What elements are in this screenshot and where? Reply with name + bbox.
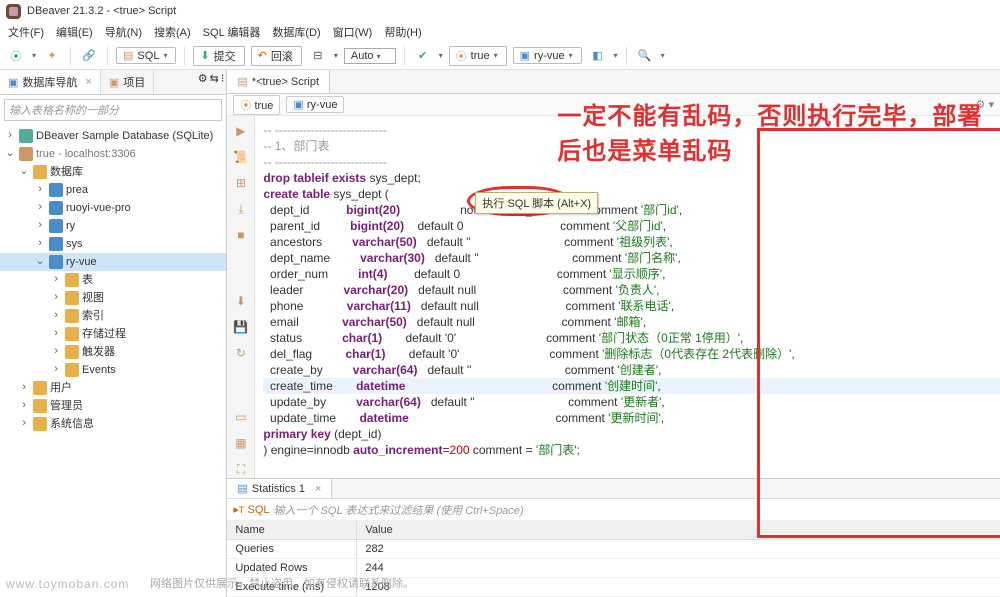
- crumb-db[interactable]: ▣ ry-vue: [286, 96, 344, 113]
- editor-tab[interactable]: ▤*<true> Script: [227, 70, 330, 93]
- export-icon[interactable]: ⤓: [233, 202, 249, 218]
- commit-button[interactable]: ⬇提交: [193, 46, 244, 66]
- tab-projects[interactable]: ▣项目: [101, 70, 154, 94]
- save-icon[interactable]: 💾: [233, 320, 249, 336]
- menu-edit[interactable]: 编辑(E): [52, 22, 97, 42]
- tree-search-input[interactable]: 输入表格名称的一部分: [4, 99, 222, 121]
- tree-node[interactable]: ›管理员: [0, 397, 226, 415]
- stats-row: Queries282: [227, 540, 1000, 559]
- tree-conn: ⌄true - localhost:3306: [0, 145, 226, 163]
- menu-file[interactable]: 文件(F): [4, 22, 48, 42]
- new-icon[interactable]: ✦: [42, 46, 62, 66]
- stats-tab[interactable]: ▤Statistics 1×: [227, 479, 332, 498]
- menu-bar: 文件(F) 编辑(E) 导航(N) 搜索(A) SQL 编辑器 数据库(D) 窗…: [0, 22, 1000, 42]
- conn-selector[interactable]: ⦿true▾: [449, 46, 507, 66]
- schema-icon[interactable]: ◧: [588, 46, 608, 66]
- tree-databases: ⌄数据库: [0, 163, 226, 181]
- menu-search[interactable]: 搜索(A): [150, 22, 195, 42]
- close-icon[interactable]: ×: [85, 76, 91, 88]
- dropdown-icon[interactable]: ▾: [32, 51, 36, 60]
- menu-window[interactable]: 窗口(W): [329, 22, 377, 42]
- tree-node[interactable]: ›系统信息: [0, 415, 226, 433]
- max-icon[interactable]: ⛶: [233, 462, 249, 478]
- menu-icon[interactable]: ⁝: [221, 72, 225, 92]
- history-icon[interactable]: ↻: [233, 346, 249, 362]
- tx-mode-select[interactable]: Auto ▾: [344, 48, 396, 64]
- main-toolbar: ⦿ ▾ ✦ 🔗 ▤SQL▾ ⬇提交 ↶回滚 ⊟ ▾ Auto ▾ ✔ ▾ ⦿tr…: [0, 42, 1000, 70]
- tree-folder[interactable]: ›表: [0, 271, 226, 289]
- explain-icon[interactable]: ⊞: [233, 176, 249, 192]
- sql-editor[interactable]: -- ------------------------------ 1、部门表-…: [255, 116, 1000, 478]
- filter-input[interactable]: 输入一个 SQL 表达式来过滤结果 (使用 Ctrl+Space): [274, 502, 524, 518]
- panel-icon[interactable]: ▦: [233, 436, 249, 452]
- rollback-button[interactable]: ↶回滚: [251, 46, 302, 66]
- col-name[interactable]: Name: [227, 521, 357, 539]
- tree-folder[interactable]: ›视图: [0, 289, 226, 307]
- db-selector[interactable]: ▣ry-vue▾: [513, 47, 582, 64]
- editor-gutter: ▶ 📜 ⊞ ⤓ ■ ⬇ 💾 ↻ ▭ ▦ ⛶: [227, 116, 255, 478]
- tab-db-navigator[interactable]: ▣数据库导航×: [0, 70, 101, 94]
- stop-icon[interactable]: ■: [233, 228, 249, 244]
- app-logo-icon: [6, 4, 21, 19]
- tree-schema[interactable]: ›prea: [0, 181, 226, 199]
- close-icon[interactable]: ×: [315, 483, 321, 495]
- menu-nav[interactable]: 导航(N): [101, 22, 146, 42]
- tree-folder[interactable]: ›Events: [0, 361, 226, 379]
- col-value[interactable]: Value: [357, 521, 1000, 539]
- tree-schema[interactable]: ›sys: [0, 235, 226, 253]
- filter-icon[interactable]: ⚙: [198, 72, 208, 92]
- menu-database[interactable]: 数据库(D): [268, 22, 324, 42]
- search-icon[interactable]: 🔍: [635, 46, 655, 66]
- collapse-icon[interactable]: ⇆: [210, 72, 219, 92]
- run-script-icon[interactable]: 📜: [233, 150, 249, 166]
- tree-schema[interactable]: ›ry: [0, 217, 226, 235]
- tree-folder[interactable]: ›触发器: [0, 343, 226, 361]
- crumb-conn[interactable]: ⦿ true: [233, 95, 280, 115]
- run-statement-icon[interactable]: ▶: [233, 124, 249, 140]
- tx-icon[interactable]: ⊟: [308, 46, 328, 66]
- load-icon[interactable]: ⬇: [233, 294, 249, 310]
- db-tree[interactable]: ›DBeaver Sample Database (SQLite) ⌄true …: [0, 125, 226, 597]
- window-title: DBeaver 21.3.2 - <true> Script: [27, 5, 176, 17]
- watermark: www.toymoban.com: [6, 577, 129, 591]
- hide-icon[interactable]: ▭: [233, 410, 249, 426]
- watermark-note: 网络图片仅供展示，禁止盗用，如有侵权请联系删除。: [150, 575, 414, 591]
- title-bar: DBeaver 21.3.2 - <true> Script: [0, 0, 1000, 22]
- editor-area: ▤*<true> Script ⦿ true ▣ ry-vue ⚙ ▾ 一定不能…: [227, 70, 1000, 597]
- navigator-panel: ▣数据库导航× ▣项目 ⚙ ⇆ ⁝ 输入表格名称的一部分 ›DBeaver Sa…: [0, 70, 227, 597]
- sql-button[interactable]: ▤SQL▾: [116, 47, 176, 64]
- run-script-tooltip: 执行 SQL 脚本 (Alt+X): [475, 192, 598, 214]
- conn-ok-icon[interactable]: ✔: [413, 46, 433, 66]
- new-connection-icon[interactable]: ⦿: [6, 46, 26, 66]
- menu-sql[interactable]: SQL 编辑器: [199, 22, 265, 42]
- tree-schema[interactable]: ⌄ry-vue: [0, 253, 226, 271]
- menu-help[interactable]: 帮助(H): [380, 22, 425, 42]
- tree-folder[interactable]: ›索引: [0, 307, 226, 325]
- tree-folder[interactable]: ›存储过程: [0, 325, 226, 343]
- tree-schema[interactable]: ›ruoyi-vue-pro: [0, 199, 226, 217]
- tree-node[interactable]: ›用户: [0, 379, 226, 397]
- tree-root: ›DBeaver Sample Database (SQLite): [0, 127, 226, 145]
- link-icon[interactable]: 🔗: [79, 46, 99, 66]
- annotation-text: 一定不能有乱码，否则执行完毕，部署后也是菜单乱码: [557, 96, 1000, 166]
